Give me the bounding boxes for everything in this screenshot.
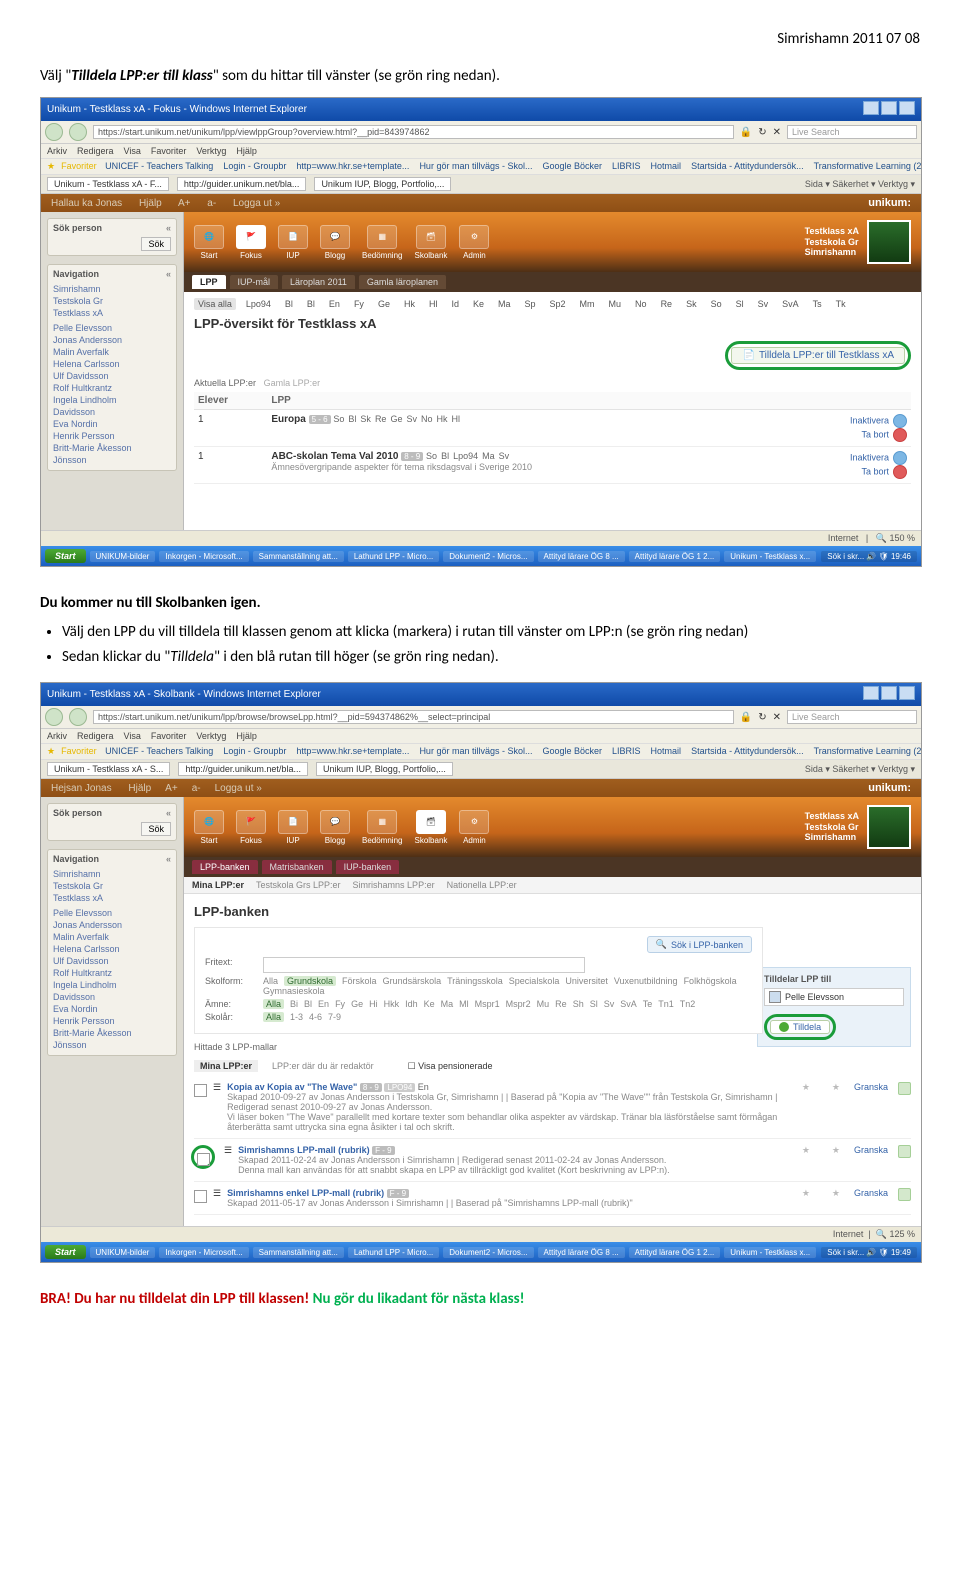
- result-row-1: ☰ Simrishamns LPP-mall (rubrik) F - 9 Sk…: [194, 1139, 911, 1182]
- class-label: Testklass xATestskola GrSimrishamn: [805, 220, 911, 264]
- brand-logo: unikum:: [868, 197, 911, 209]
- highlight-ring-2: Tilldela: [764, 1014, 836, 1040]
- student-list: Pelle Elevsson Jonas Andersson Malin Ave…: [53, 322, 171, 466]
- page-title-2: LPP-banken: [194, 904, 911, 919]
- window-title: Unikum - Testklass xA - Fokus - Windows …: [47, 104, 307, 115]
- taskbar: Start UNIKUM-bilderInkorgen - Microsoft.…: [41, 546, 921, 566]
- highlight-ring-3: [191, 1145, 215, 1169]
- avatar: [867, 220, 911, 264]
- start-button[interactable]: Start: [45, 549, 86, 563]
- intro-paragraph: Välj "Tilldela LPP:er till klass" som du…: [40, 66, 920, 87]
- live-search[interactable]: Live Search: [787, 125, 917, 139]
- bullet-list: Välj den LPP du vill tilldela till klass…: [62, 622, 920, 668]
- subtabs: LPP IUP-mål Läroplan 2011 Gamla läroplan…: [184, 272, 921, 292]
- nav-skolbank-active[interactable]: 🗃Skolbank: [414, 810, 447, 845]
- checkbox-icon[interactable]: [769, 991, 781, 1003]
- sok-button[interactable]: Sök: [141, 237, 171, 251]
- address-bar: https://start.unikum.net/unikum/lpp/view…: [41, 121, 921, 144]
- tilldela-panel: Tilldelar LPP till Pelle Elevsson Tillde…: [757, 967, 911, 1047]
- hello-user: Hallau ka Jonas: [51, 198, 122, 209]
- hero-nav: 🌐Start 🚩Fokus 📄IUP 💬Blogg ▦Bedömning 🗃Sk…: [184, 212, 921, 272]
- back-button[interactable]: [45, 123, 63, 141]
- sidebar: Sök person« Sök Navigation« Simrishamn T…: [41, 212, 184, 530]
- nav-iup[interactable]: 📄IUP: [278, 225, 308, 260]
- navigation-title: Navigation«: [53, 269, 171, 279]
- table-row: 1 ABC-skolan Tema Val 2010 8 - 9 SoBlLpo…: [194, 447, 911, 484]
- app-topbar: Hallau ka Jonas Hjälp A+ a- Logga ut » u…: [41, 194, 921, 212]
- tab-row: Unikum - Testklass xA - F... http://guid…: [41, 175, 921, 194]
- assign-lpp-button[interactable]: 📄 Tilldela LPP:er till Testklass xA: [731, 347, 905, 364]
- mid-heading: Du kommer nu till Skolbanken igen.: [40, 593, 920, 614]
- status-bar: Internet | 🔍 150 %: [41, 530, 921, 546]
- result-row-0: ☰ Kopia av Kopia av "The Wave" 8 - 9 LPO…: [194, 1076, 911, 1139]
- browser-tab-0[interactable]: Unikum - Testklass xA - F...: [47, 177, 169, 191]
- window-buttons[interactable]: [861, 101, 915, 118]
- system-tray[interactable]: Sök i skr... 🔊 🛡 19:46: [821, 551, 917, 562]
- breadcrumb: Simrishamn Testskola Gr Testklass xA: [53, 283, 171, 319]
- star-icon[interactable]: ★: [47, 161, 55, 171]
- ie-menu[interactable]: ArkivRedigeraVisaFavoriterVerktygHjälp: [41, 144, 921, 159]
- select-checkbox-highlighted[interactable]: [197, 1153, 210, 1166]
- nav-blogg[interactable]: 💬Blogg: [320, 225, 350, 260]
- sok-person-title: Sök person«: [53, 223, 171, 233]
- result-row-2: ☰ Simrishamns enkel LPP-mall (rubrik) F …: [194, 1182, 911, 1215]
- select-checkbox[interactable]: [194, 1084, 207, 1097]
- screenshot-1: Unikum - Testklass xA - Fokus - Windows …: [40, 97, 922, 567]
- page-title: LPP-översikt för Testklass xA: [194, 316, 911, 331]
- nav-fokus[interactable]: 🚩Fokus: [236, 225, 266, 260]
- header-date: Simrishamn 2011 07 08: [40, 30, 920, 48]
- table-row: 1 Europa 5 - 6 SoBlSkReGeSvNoHkHl Inakti…: [194, 410, 911, 447]
- search-lpp-button[interactable]: 🔍 Sök i LPP-banken: [647, 936, 752, 953]
- tab-lpp[interactable]: LPP: [192, 275, 226, 289]
- window-titlebar: Unikum - Testklass xA - Fokus - Windows …: [41, 98, 921, 121]
- fritext-input[interactable]: [263, 957, 585, 973]
- lpp-table: EleverLPP 1 Europa 5 - 6 SoBlSkReGeSvNoH…: [194, 392, 911, 484]
- nav-skolbank[interactable]: 🗃Skolbank: [414, 225, 447, 260]
- nav-admin[interactable]: ⚙Admin: [459, 225, 489, 260]
- footer-line: BRA! Du har nu tilldelat din LPP till kl…: [40, 1289, 920, 1310]
- filter-box: 🔍 Sök i LPP-banken Fritext: Skolform:All…: [194, 927, 763, 1034]
- url-field[interactable]: https://start.unikum.net/unikum/lpp/view…: [93, 125, 734, 139]
- forward-button[interactable]: [69, 123, 87, 141]
- subject-chips: Visa alla Lpo94BlBlEnFyGeHkHlIdKeMaSpSp2…: [194, 298, 911, 310]
- magnify-icon[interactable]: [898, 1082, 911, 1095]
- favorites-bar: ★Favoriter UNICEF - Teachers TalkingLogi…: [41, 159, 921, 175]
- screenshot-2: Unikum - Testklass xA - Skolbank - Windo…: [40, 682, 922, 1263]
- highlight-ring-1: 📄 Tilldela LPP:er till Testklass xA: [725, 341, 911, 370]
- tilldela-button[interactable]: Tilldela: [770, 1020, 830, 1034]
- nav-start[interactable]: 🌐Start: [194, 225, 224, 260]
- nav-bedomning[interactable]: ▦Bedömning: [362, 225, 402, 260]
